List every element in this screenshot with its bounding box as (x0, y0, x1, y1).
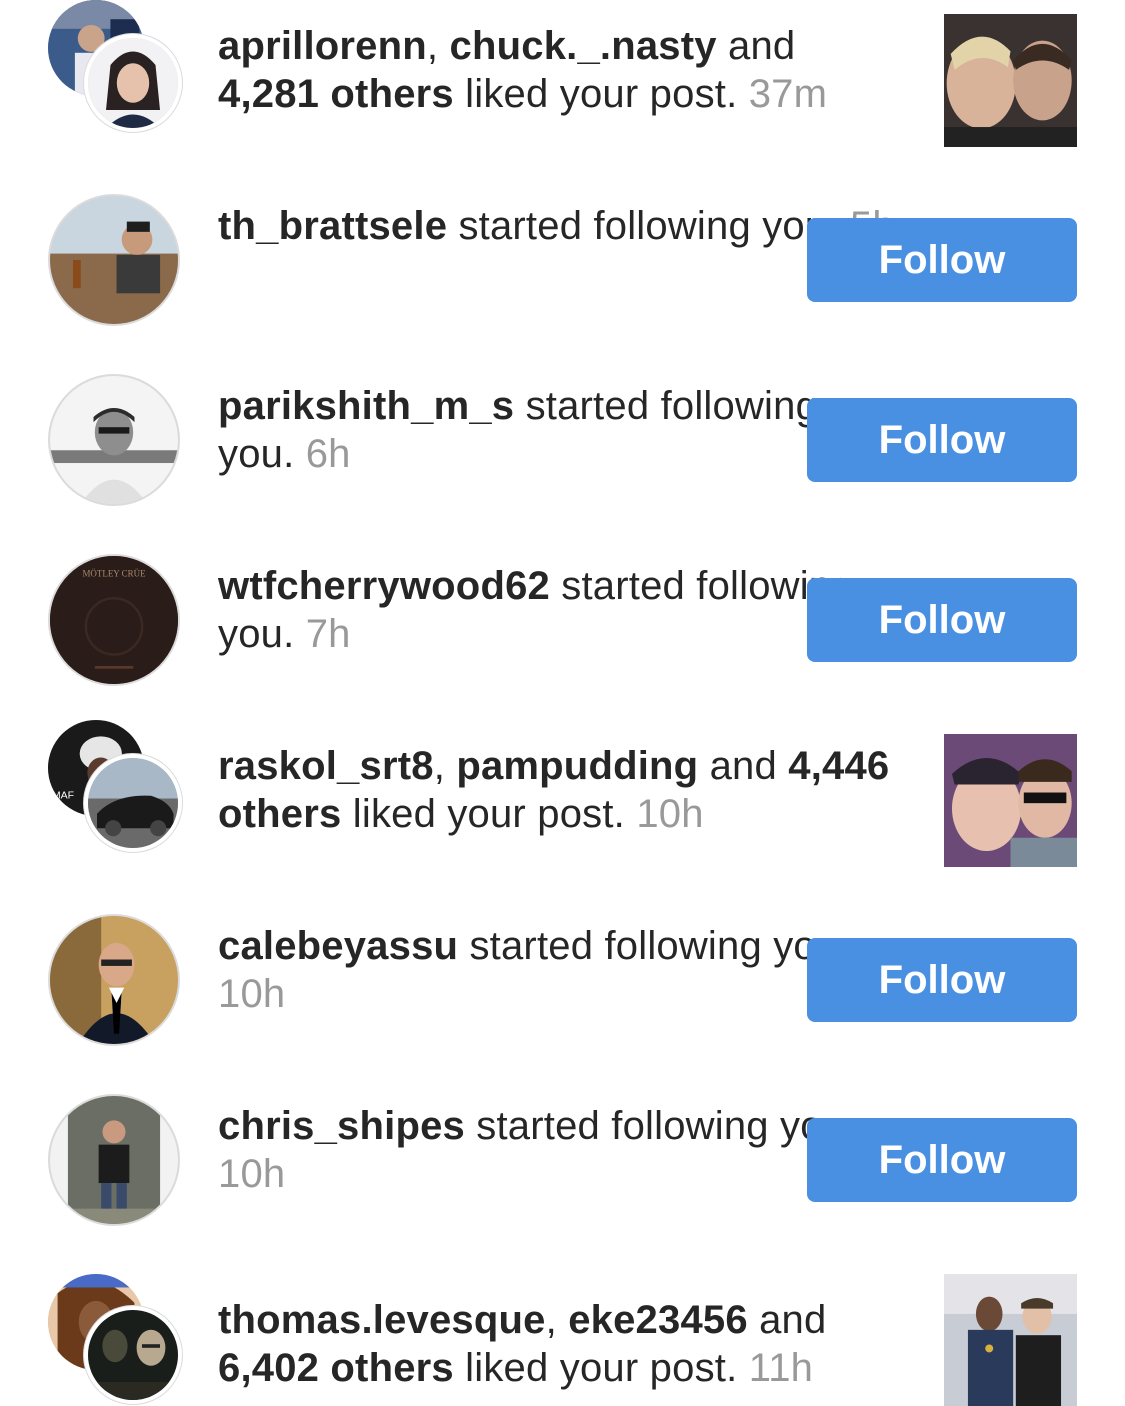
avatar[interactable] (48, 374, 180, 506)
username[interactable]: chris_shipes (218, 1104, 465, 1148)
username[interactable]: eke23456 (568, 1298, 748, 1342)
follow-button[interactable]: Follow (807, 578, 1077, 662)
notification-text: wtfcherrywood62 started following you. 7… (218, 564, 854, 656)
username[interactable]: calebeyassu (218, 924, 458, 968)
list-item[interactable]: thomas.levesque, eke23456 and 6,402 othe… (0, 1260, 1125, 1406)
post-thumbnail[interactable] (944, 734, 1077, 867)
avatar[interactable] (84, 1306, 182, 1404)
avatar[interactable] (48, 194, 180, 326)
username[interactable]: raskol_srt8 (218, 744, 434, 788)
others-count[interactable]: 4,281 others (218, 72, 454, 116)
avatar[interactable]: MÖTLEY CRÜE (48, 554, 180, 686)
notification-text: aprillorenn, chuck._.nasty and 4,281 oth… (218, 24, 828, 116)
list-item[interactable]: parikshith_m_s started following you. 6h… (0, 360, 1125, 540)
notification-text: chris_shipes started following you. 10h (218, 1104, 857, 1196)
notification-text: thomas.levesque, eke23456 and 6,402 othe… (218, 1298, 827, 1390)
others-count[interactable]: 6,402 others (218, 1346, 454, 1390)
avatar-text: MAF (52, 790, 75, 802)
list-item[interactable]: th_brattsele started following you. 5h F… (0, 180, 1125, 360)
follow-button[interactable]: Follow (807, 938, 1077, 1022)
avatar[interactable] (84, 34, 182, 132)
list-item[interactable]: aprillorenn, chuck._.nasty and 4,281 oth… (0, 0, 1125, 180)
avatar[interactable] (48, 914, 180, 1046)
username[interactable]: thomas.levesque (218, 1298, 546, 1342)
album-title-text: MÖTLEY CRÜE (82, 568, 146, 578)
follow-button[interactable]: Follow (807, 218, 1077, 302)
notification-text: raskol_srt8, pampudding and 4,446 others… (218, 744, 890, 836)
timestamp: 37m (748, 72, 828, 116)
notification-text: calebeyassu started following you. 10h (218, 924, 850, 1016)
username[interactable]: pampudding (456, 744, 698, 788)
list-item[interactable]: MAF raskol_srt8, pampudding and 4,446 ot… (0, 720, 1125, 900)
timestamp: 10h (636, 792, 704, 836)
timestamp: 10h (218, 972, 286, 1016)
timestamp: 10h (218, 1152, 286, 1196)
notification-text: th_brattsele started following you. 5h (218, 202, 898, 250)
username[interactable]: wtfcherrywood62 (218, 564, 550, 608)
list-item[interactable]: calebeyassu started following you. 10h F… (0, 900, 1125, 1080)
timestamp: 11h (748, 1346, 814, 1390)
follow-button[interactable]: Follow (807, 398, 1077, 482)
follow-button[interactable]: Follow (807, 1118, 1077, 1202)
timestamp: 7h (305, 612, 351, 656)
avatar[interactable] (84, 754, 182, 852)
username[interactable]: aprillorenn (218, 24, 427, 68)
post-thumbnail[interactable] (944, 1274, 1077, 1406)
username[interactable]: parikshith_m_s (218, 384, 514, 428)
list-item[interactable]: chris_shipes started following you. 10h … (0, 1080, 1125, 1260)
list-item[interactable]: MÖTLEY CRÜE wtfcherrywood62 started foll… (0, 540, 1125, 720)
username[interactable]: chuck._.nasty (450, 24, 717, 68)
timestamp: 6h (305, 432, 351, 476)
notification-text: parikshith_m_s started following you. 6h (218, 384, 819, 476)
username[interactable]: th_brattsele (218, 204, 447, 248)
avatar[interactable] (48, 1094, 180, 1226)
post-thumbnail[interactable] (944, 14, 1077, 147)
